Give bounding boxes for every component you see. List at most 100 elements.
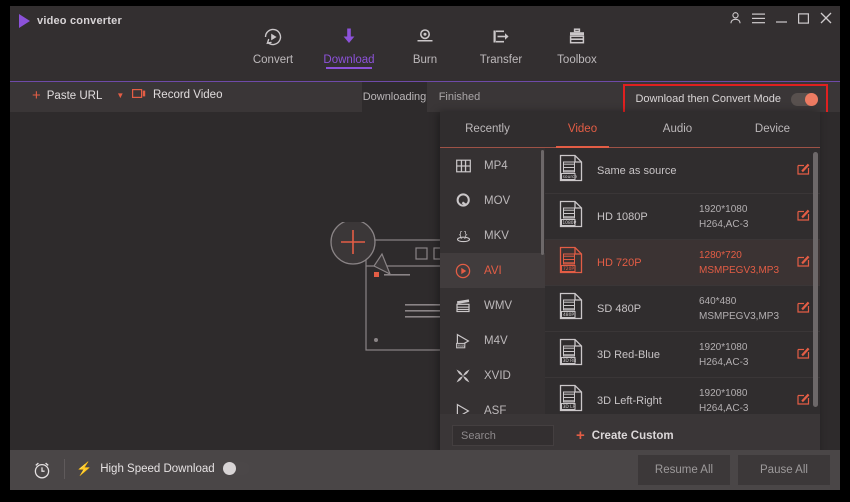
format-item-asf[interactable]: ASF [440, 393, 545, 414]
record-video-button[interactable]: Record Video [132, 88, 222, 102]
file-icon: source [559, 154, 585, 187]
format-label-mp4: MP4 [484, 159, 508, 172]
search-box[interactable] [452, 425, 554, 446]
preset-resolution: 1920*1080 [699, 341, 748, 353]
paste-url-button[interactable]: + Paste URL ▼ [32, 88, 124, 103]
transfer-icon [490, 26, 512, 48]
preset-row-3d-left-right[interactable]: 3D LR 3D Left-Right 1920*1080 H264,AC-3 [545, 378, 820, 414]
mkv-icon: {} [454, 229, 472, 243]
edit-icon[interactable] [792, 162, 810, 180]
format-label-m4v: M4V [484, 334, 508, 347]
wmv-icon [454, 298, 472, 313]
preset-resolution: 1920*1080 [699, 387, 748, 399]
account-icon[interactable] [730, 12, 741, 24]
bottom-bar: ⚡ High Speed Download Resume All Pause A… [10, 450, 840, 490]
format-tab-device[interactable]: Device [725, 112, 820, 147]
alarm-clock-icon[interactable] [32, 460, 52, 485]
preset-name: HD 720P [597, 256, 642, 269]
search-input[interactable] [459, 428, 547, 443]
file-icon: 3D RB [559, 338, 585, 371]
nav-item-download[interactable]: Download [311, 22, 387, 69]
window-controls [730, 12, 832, 24]
edit-icon[interactable] [792, 208, 810, 226]
convert-mode-toggle[interactable] [791, 92, 818, 106]
edit-icon[interactable] [792, 392, 810, 410]
preset-name: 3D Left-Right [597, 394, 662, 407]
preset-resolution: 1920*1080 [699, 203, 748, 215]
format-item-wmv[interactable]: WMV [440, 288, 545, 323]
preset-list-scrollbar[interactable] [813, 152, 818, 407]
preset-row-hd-1080p[interactable]: 1080P HD 1080P 1920*1080 H264,AC-3 [545, 194, 820, 240]
preset-resolution: 1280*720 [699, 249, 742, 261]
svg-text:M4V: M4V [458, 343, 466, 347]
nav-label-download: Download [323, 54, 375, 66]
format-label-mov: MOV [484, 194, 511, 207]
nav-item-toolbox[interactable]: Toolbox [539, 22, 615, 66]
record-video-label: Record Video [153, 89, 223, 101]
format-tab-video[interactable]: Video [535, 112, 630, 148]
camera-icon [132, 88, 146, 102]
close-button[interactable] [820, 12, 832, 24]
edit-icon[interactable] [792, 346, 810, 364]
preset-row-3d-red-blue[interactable]: 3D RB 3D Red-Blue 1920*1080 H264,AC-3 [545, 332, 820, 378]
preset-row-same-as-source[interactable]: source Same as source [545, 148, 820, 194]
format-item-xvid[interactable]: XVID [440, 358, 545, 393]
file-icon: 480P [559, 292, 585, 325]
format-label-wmv: WMV [484, 299, 513, 312]
mov-icon [454, 193, 472, 208]
preset-row-hd-720p[interactable]: 720P HD 720P 1280*720 MSMPEGV3,MP3 [545, 240, 820, 286]
nav-item-transfer[interactable]: Transfer [463, 22, 539, 66]
high-speed-download-label: High Speed Download [100, 462, 215, 475]
chevron-down-icon[interactable]: ▼ [116, 91, 124, 100]
tab-finished[interactable]: Finished [427, 82, 492, 112]
preset-name: HD 1080P [597, 210, 648, 223]
high-speed-download-control[interactable]: ⚡ High Speed Download [76, 462, 250, 475]
create-custom-label: Create Custom [591, 429, 674, 442]
edit-icon[interactable] [792, 300, 810, 318]
preset-meta: 640*480 MSMPEGV3,MP3 [699, 294, 792, 324]
pause-all-button[interactable]: Pause All [738, 455, 830, 485]
preset-row-sd-480p[interactable]: 480P SD 480P 640*480 MSMPEGV3,MP3 [545, 286, 820, 332]
format-tab-recently[interactable]: Recently [440, 112, 535, 147]
download-then-convert-mode[interactable]: Download then Convert Mode [623, 84, 828, 114]
format-item-mp4[interactable]: MP4 [440, 148, 545, 183]
preset-codecs: MSMPEGV3,MP3 [699, 310, 780, 322]
mp4-icon [454, 159, 472, 173]
preset-badge-text: source [563, 174, 578, 180]
nav-active-underline [326, 67, 372, 69]
preset-badge-text: 480P [563, 312, 574, 318]
format-item-avi[interactable]: AVI [440, 253, 545, 288]
nav-label-toolbox: Toolbox [557, 54, 597, 66]
high-speed-download-toggle[interactable] [222, 462, 250, 475]
create-custom-button[interactable]: + Create Custom [576, 428, 674, 443]
burn-icon [414, 26, 436, 48]
nav-item-burn[interactable]: Burn [387, 22, 463, 66]
nav-item-convert[interactable]: Convert [235, 22, 311, 66]
edit-icon[interactable] [792, 254, 810, 272]
tab-downloading[interactable]: Downloading [362, 82, 427, 112]
format-item-m4v[interactable]: M4V M4V [440, 323, 545, 358]
preset-name: Same as source [597, 164, 677, 177]
minimize-button[interactable] [776, 13, 787, 24]
nav-label-burn: Burn [412, 54, 438, 66]
format-popup-body: MP4 MOV {} MKV AVI WMV M4V M4V XVID ASF … [440, 148, 820, 414]
toggle-knob [222, 462, 236, 475]
preset-codecs: MSMPEGV3,MP3 [699, 264, 780, 276]
convert-mode-label: Download then Convert Mode [635, 93, 781, 105]
maximize-button[interactable] [798, 12, 809, 24]
preset-list: source Same as source 1080P HD 1080P 192… [545, 148, 820, 414]
menu-icon[interactable] [752, 13, 765, 24]
format-list-scrollbar[interactable] [541, 150, 544, 255]
nav-label-transfer: Transfer [479, 54, 523, 66]
preset-codecs: H264,AC-3 [699, 402, 749, 414]
format-item-mkv[interactable]: {} MKV [440, 218, 545, 253]
format-tab-audio[interactable]: Audio [630, 112, 725, 147]
format-list: MP4 MOV {} MKV AVI WMV M4V M4V XVID ASF [440, 148, 545, 414]
resume-all-button[interactable]: Resume All [638, 455, 730, 485]
lightning-bolt-icon: ⚡ [76, 461, 93, 476]
format-label-mkv: MKV [484, 229, 509, 242]
download-state-tabs: Downloading Finished [362, 82, 492, 112]
avi-icon [454, 263, 472, 279]
format-item-mov[interactable]: MOV [440, 183, 545, 218]
xvid-icon [454, 368, 472, 384]
